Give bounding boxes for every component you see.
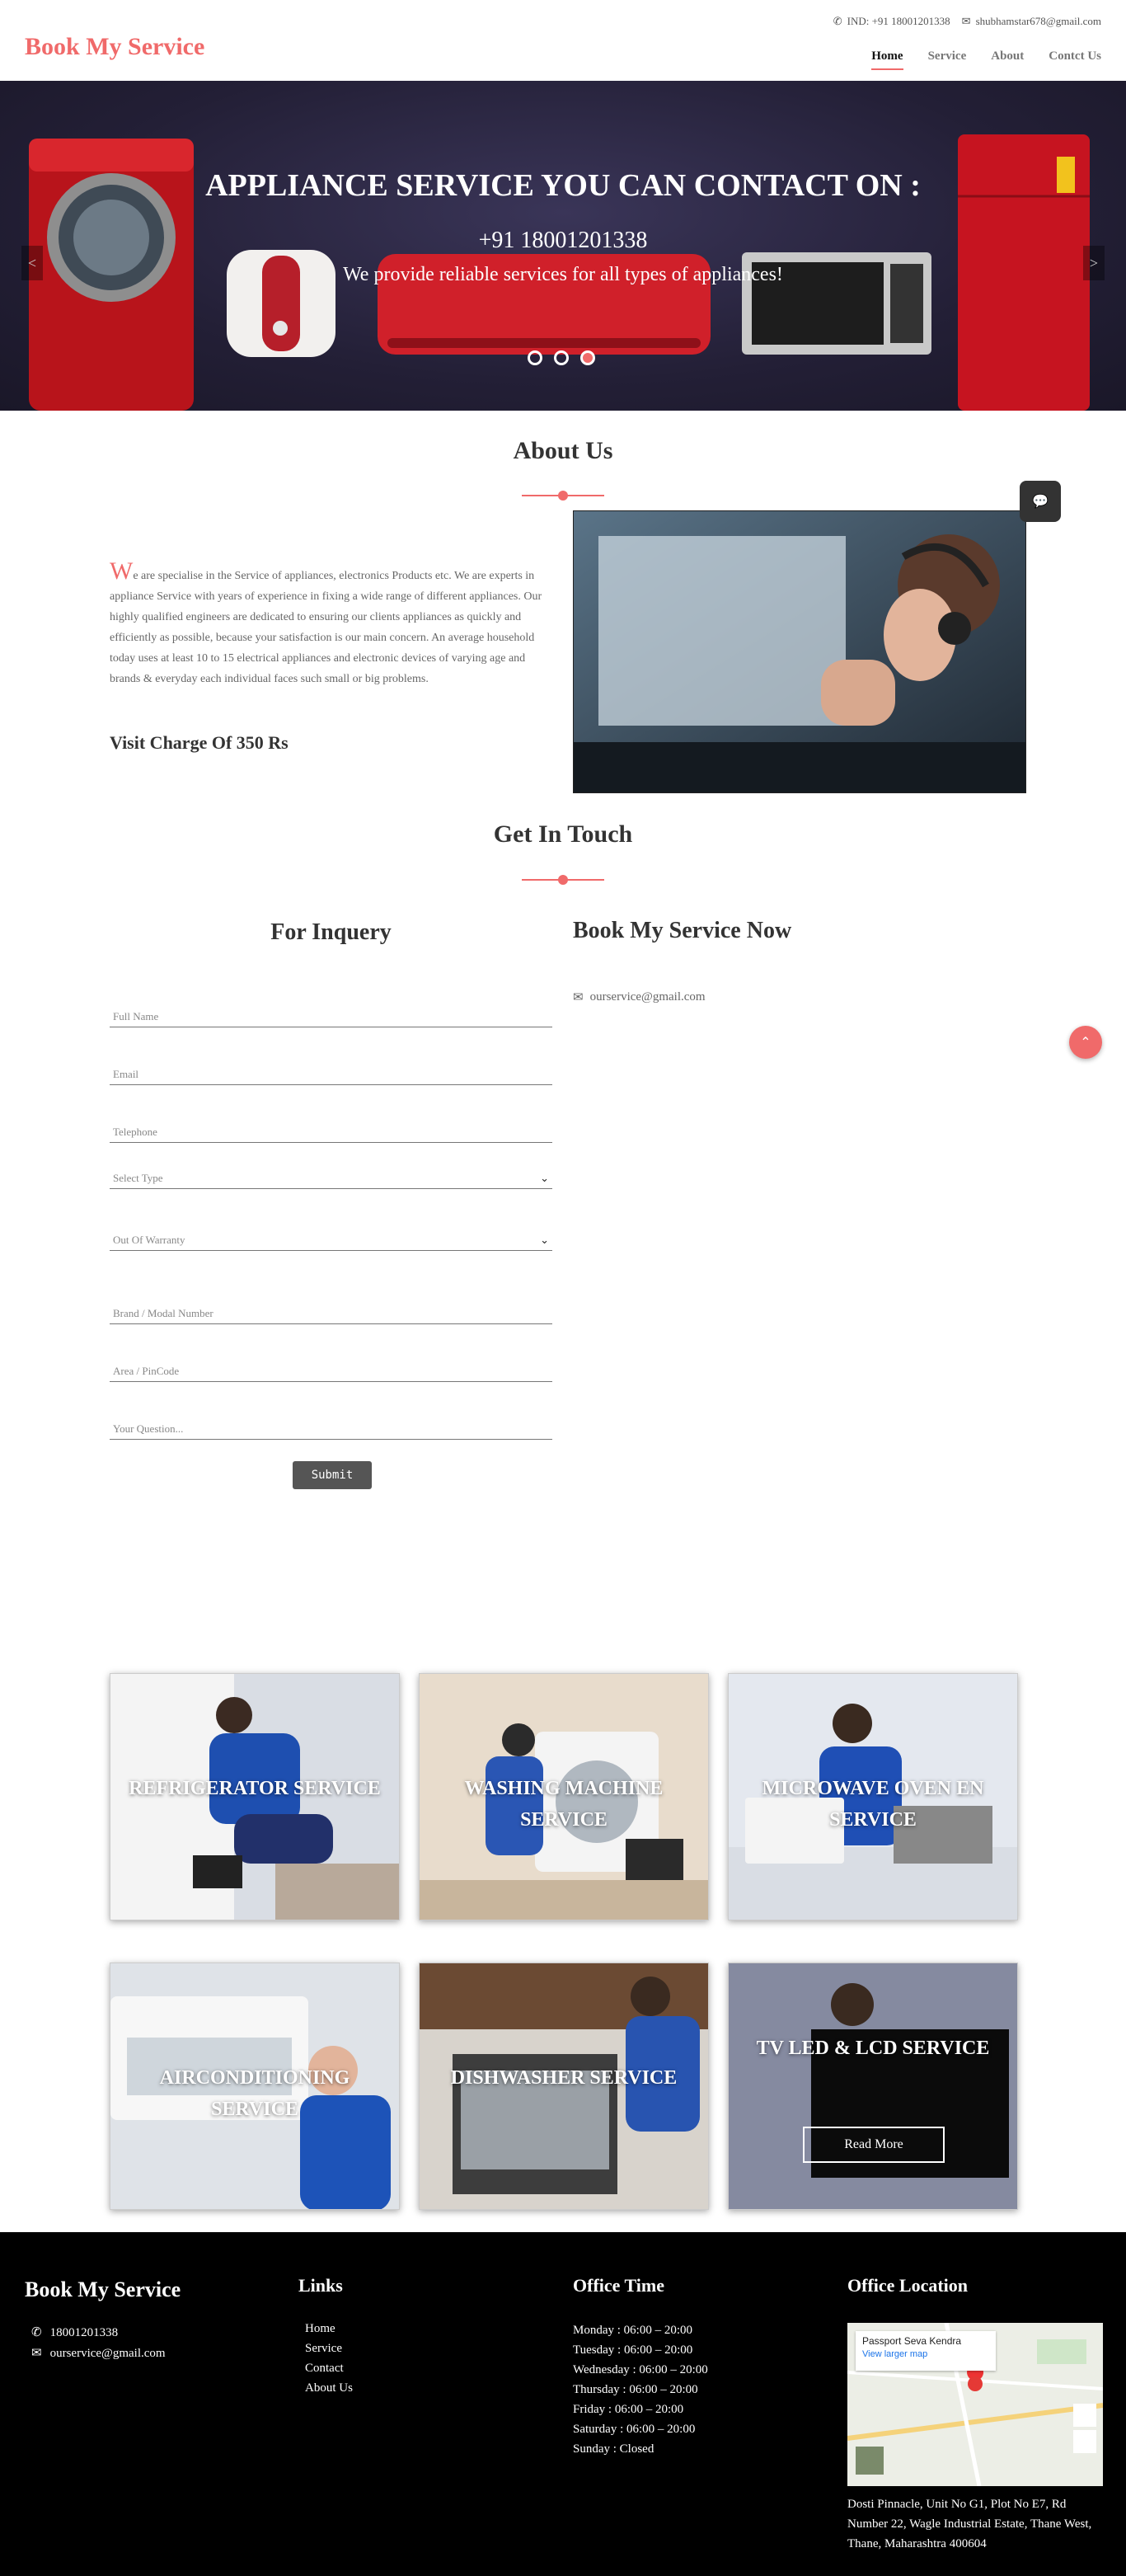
about-drop-letter: W [110, 557, 134, 585]
brand-logo[interactable]: Book My Service [25, 33, 204, 61]
hours-row: Thursday : 06:00 – 20:00 [573, 2383, 698, 2396]
header-phone[interactable]: ✆ IND: +91 18001201338 [833, 15, 950, 28]
main-nav: Home Service About Contct Us [871, 49, 1101, 70]
service-card-refrigerator[interactable]: REFRIGERATOR SERVICE [110, 1673, 400, 1920]
service-label: TV LED & LCD SERVICE [756, 2038, 990, 2059]
service-label: DISHWASHER SERVICE [450, 2067, 678, 2089]
hours-row: Sunday : Closed [573, 2442, 654, 2456]
nav-home[interactable]: Home [871, 49, 903, 70]
telephone-input[interactable]: Telephone [110, 1107, 552, 1143]
carousel-dot-3[interactable] [580, 350, 595, 365]
submit-button[interactable]: Submit [293, 1461, 372, 1489]
chevron-down-icon: ⌄ [540, 1172, 549, 1184]
email-input[interactable]: Email [110, 1049, 552, 1085]
footer: Book My Service ✆ 18001201338 ✉ ourservice… [0, 2232, 1126, 2576]
hours-row: Friday : 06:00 – 20:00 [573, 2403, 684, 2416]
office-time-title: Office Time [573, 2275, 664, 2296]
carousel-next-button[interactable]: > [1083, 246, 1105, 280]
service-label: WASHING MACHINE SERVICE [464, 1778, 664, 1831]
inquiry-title: For Inquery [270, 919, 392, 945]
service-card-microwave[interactable]: MICROWAVE OVEN EN SERVICE [728, 1673, 1018, 1920]
chevron-left-icon: < [27, 254, 37, 271]
about-divider [522, 491, 604, 501]
service-card-washing-machine[interactable]: WASHING MACHINE SERVICE [419, 1673, 709, 1920]
chevron-up-icon: ⌃ [1080, 1036, 1091, 1050]
area-pincode-input[interactable]: Area / PinCode [110, 1346, 552, 1382]
hero-phone[interactable]: +91 18001201338 [0, 228, 1126, 254]
footer-link-home[interactable]: Home [305, 2319, 353, 2339]
mail-icon: ✉ [573, 991, 584, 1004]
phone-icon: ✆ [31, 2326, 42, 2339]
office-map[interactable]: Passport Seva Kendra View larger map [847, 2323, 1103, 2486]
hero-description: We provide reliable services for all typ… [343, 264, 783, 285]
brand-model-input[interactable]: Brand / Modal Number [110, 1288, 552, 1324]
service-label: AIRCONDITIONING SERVICE [159, 2067, 350, 2120]
service-card-dishwasher[interactable]: DISHWASHER SERVICE [419, 1963, 709, 2210]
office-address: Dosti Pinnacle, Unit No G1, Plot No E7, … [847, 2498, 1092, 2550]
map-info-card: Passport Seva Kendra View larger map [856, 2331, 996, 2371]
chevron-down-icon: ⌄ [540, 1234, 549, 1246]
carousel-dot-2[interactable] [554, 350, 569, 365]
header-contact: ✆ IND: +91 18001201338 ✉ shubhamstar678@gm… [833, 15, 1101, 28]
full-name-input[interactable]: Full Name [110, 991, 552, 1027]
footer-link-contact[interactable]: Contact [305, 2358, 353, 2378]
footer-email[interactable]: ✉ ourservice@gmail.com [31, 2343, 166, 2364]
view-larger-map-link[interactable]: View larger map [862, 2349, 989, 2359]
hero-title: APPLIANCE SERVICE YOU CAN CONTACT ON : [205, 168, 921, 203]
footer-links: Home Service Contact About Us [305, 2319, 353, 2398]
carousel-prev-button[interactable]: < [21, 246, 43, 280]
book-service-email[interactable]: ✉ ourservice@gmail.com [573, 990, 706, 1005]
office-hours: Monday : 06:00 – 20:00 Tuesday : 06:00 –… [573, 2320, 708, 2459]
select-type-dropdown[interactable]: Select Type ⌄ [110, 1153, 552, 1189]
hours-row: Tuesday : 06:00 – 20:00 [573, 2343, 693, 2357]
about-title: About Us [513, 437, 613, 464]
map-place-name: Passport Seva Kendra [862, 2335, 962, 2347]
scroll-to-top-button[interactable]: ⌃ [1069, 1026, 1102, 1059]
carousel-indicators [528, 350, 595, 365]
question-textarea[interactable]: Your Question... [110, 1403, 552, 1440]
header-email[interactable]: ✉ shubhamstar678@gmail.com [962, 15, 1101, 28]
header: Book My Service ✆ IND: +91 18001201338 ✉ s… [0, 0, 1126, 81]
mail-icon: ✉ [31, 2347, 42, 2360]
service-card-airconditioning[interactable]: AIRCONDITIONING SERVICE [110, 1963, 400, 2210]
service-card-tv[interactable]: TV LED & LCD SERVICE Read More [728, 1963, 1018, 2210]
book-service-title: Book My Service Now [573, 918, 792, 943]
service-label: REFRIGERATOR SERVICE [129, 1778, 381, 1799]
footer-link-service[interactable]: Service [305, 2339, 353, 2358]
nav-about[interactable]: About [991, 49, 1024, 70]
visit-charge: Visit Charge Of 350 Rs [110, 732, 289, 753]
warranty-dropdown[interactable]: Out Of Warranty ⌄ [110, 1215, 552, 1251]
footer-link-about[interactable]: About Us [305, 2378, 353, 2398]
chevron-right-icon: > [1089, 254, 1099, 271]
get-in-touch-title: Get In Touch [493, 820, 633, 848]
footer-contact: ✆ 18001201338 ✉ ourservice@gmail.com [31, 2323, 166, 2364]
chat-icon: 💬 [1032, 495, 1049, 509]
nav-service[interactable]: Service [928, 49, 967, 70]
carousel-dot-1[interactable] [528, 350, 542, 365]
contact-divider [522, 875, 604, 885]
nav-contact[interactable]: Contct Us [1049, 49, 1101, 70]
chat-button[interactable]: 💬 [1020, 481, 1061, 522]
office-location-title: Office Location [847, 2275, 969, 2296]
read-more-button[interactable]: Read More [803, 2127, 945, 2163]
footer-brand: Book My Service [25, 2278, 181, 2301]
hours-row: Saturday : 06:00 – 20:00 [573, 2423, 696, 2436]
phone-icon: ✆ [833, 15, 842, 27]
service-label: MICROWAVE OVEN EN SERVICE [762, 1778, 984, 1831]
mail-icon: ✉ [961, 15, 971, 27]
support-agent-image [573, 510, 1026, 793]
footer-phone[interactable]: ✆ 18001201338 [31, 2323, 166, 2343]
footer-links-title: Links [298, 2275, 343, 2296]
about-paragraph: We are specialise in the Service of appl… [110, 557, 542, 686]
hours-row: Wednesday : 06:00 – 20:00 [573, 2363, 708, 2376]
hours-row: Monday : 06:00 – 20:00 [573, 2324, 692, 2337]
